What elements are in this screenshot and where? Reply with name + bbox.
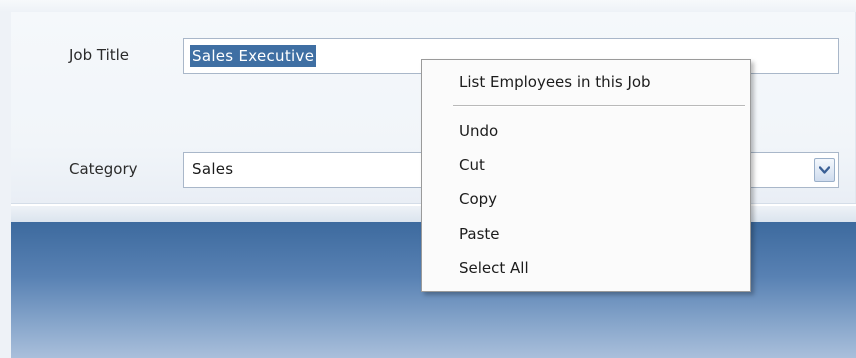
menu-separator [453,105,745,107]
job-title-selected-text[interactable]: Sales Executive [190,45,317,67]
menu-item-undo[interactable]: Undo [459,122,498,140]
menu-item-list-employees[interactable]: List Employees in this Job [459,73,651,91]
category-dropdown-button[interactable] [814,158,835,182]
chevron-down-icon [819,165,830,174]
menu-item-cut[interactable]: Cut [459,156,485,174]
window-top-strip [0,0,856,12]
category-label: Category [69,160,138,178]
context-menu: List Employees in this Job Undo Cut Copy… [421,59,751,292]
job-title-label: Job Title [69,46,130,64]
menu-item-copy[interactable]: Copy [459,190,497,208]
menu-item-select-all[interactable]: Select All [459,259,529,277]
category-value: Sales [192,160,234,178]
menu-item-paste[interactable]: Paste [459,225,500,243]
